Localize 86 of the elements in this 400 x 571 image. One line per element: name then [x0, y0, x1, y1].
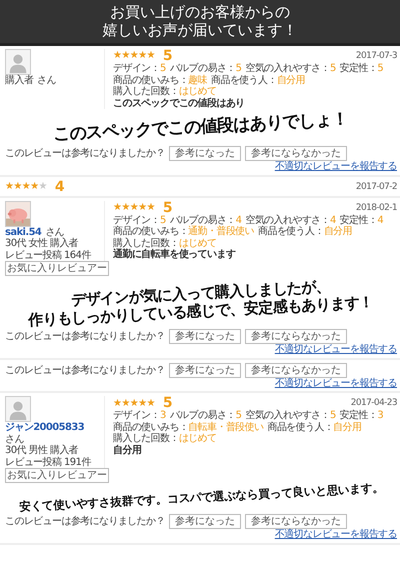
rating-item: デザイン：3 — [113, 410, 166, 422]
star-icon: ★ — [146, 50, 155, 62]
caption-text: このスペックでこの値段はありでしょ！ — [53, 109, 349, 146]
usage-item: 購入した回数：はじめて — [113, 86, 216, 98]
star-icon: ★ — [138, 398, 146, 410]
rating-item: バルブの易さ：5 — [170, 410, 242, 422]
helpful-button[interactable]: 参考になった — [168, 514, 241, 530]
usage-item: 購入した回数：はじめて — [113, 238, 216, 249]
star-icon: ★ — [146, 398, 155, 410]
helpful-question: このレビューは参考になりましたか？ — [5, 516, 165, 528]
user-name: 購入者 — [5, 75, 34, 86]
review-date: 2017-07-3 — [356, 50, 397, 62]
profile-text: レビュー投稿 191件 — [5, 456, 92, 468]
profile-text: 30代 女性 購入者 — [5, 238, 80, 250]
usage-item: 商品を使う人：自分用 — [258, 226, 352, 238]
review-date: 2017-04-23 — [350, 398, 397, 409]
helpful-question: このレビューは参考になりましたか？ — [5, 148, 165, 160]
helpful-button[interactable]: 参考になった — [168, 329, 241, 344]
avatar-icon — [5, 49, 31, 75]
usage-item: 商品の使いみち：趣味 — [113, 74, 208, 86]
profile-text: レビュー投稿 164件 — [5, 250, 92, 262]
header-title: 嬉しいお声が届いています！ — [102, 21, 298, 39]
usage-item: 商品の使いみち：自転車・普段使い — [113, 422, 264, 433]
review-title: 通勤に自転車を使っています — [113, 249, 236, 261]
star-icon: ★ — [146, 202, 155, 214]
report-link[interactable]: 不適切なレビューを報告する — [274, 378, 397, 390]
star-icon: ★ — [138, 50, 146, 62]
rating-item: 安定性：3 — [340, 410, 384, 422]
star-icon: ★ — [113, 398, 122, 410]
star-icon: ★ — [138, 202, 146, 214]
usage-item: 商品を使う人：自分用 — [267, 422, 362, 434]
star-icon: ★ — [121, 398, 130, 410]
helpful-button[interactable]: 参考にならなかった — [244, 514, 347, 530]
rating-item: 空気の入れやすさ：4 — [245, 214, 336, 226]
rating-item: 安定性：4 — [340, 214, 384, 226]
rating-item: デザイン：5 — [113, 214, 166, 226]
helpful-button[interactable]: 参考にならなかった — [244, 329, 347, 344]
review-title: このスペックでこの値段はあり — [113, 98, 246, 109]
star-icon: ★ — [130, 398, 138, 410]
rating-item: デザイン：5 — [113, 63, 166, 74]
star-icon: ★ — [13, 181, 22, 193]
usage-item: 商品の使いみち：通勤・普段使い — [113, 226, 254, 238]
star-icon: ★ — [130, 50, 138, 62]
star-icon: ★ — [113, 202, 122, 214]
helpful-button[interactable]: 参考にならなかった — [244, 146, 347, 162]
usage-item: 商品を使う人：自分用 — [211, 74, 306, 86]
star-icon: ★ — [30, 181, 38, 193]
star-icon: ★ — [113, 50, 122, 62]
caption-text: 安くて使いやすさ抜群です。コスパで選ぶなら買って良いと思います。 — [18, 482, 384, 515]
review-date: 2018-02-1 — [356, 202, 397, 214]
favorite-reviewer-button[interactable]: お気に入りレビュアー — [5, 261, 109, 276]
user-suffix: さん — [45, 226, 64, 238]
review-title: 自分用 — [113, 444, 142, 456]
rating-item: バルブの易さ：5 — [170, 63, 242, 74]
star-icon: ★ — [130, 202, 138, 214]
user-suffix: さん — [37, 75, 56, 86]
header-title: お買い上げのお客様からの — [109, 3, 291, 21]
star-icon: ★ — [5, 181, 14, 193]
rating-item: 空気の入れやすさ：5 — [245, 63, 336, 74]
star-icon: ★ — [121, 50, 130, 62]
user-suffix: さん — [5, 434, 24, 445]
favorite-reviewer-button[interactable]: お気に入りレビュアー — [5, 468, 109, 484]
rating-item: 安定性：5 — [340, 63, 384, 74]
helpful-question: このレビューは参考になりましたか？ — [5, 331, 165, 343]
rating-score: 5 — [162, 200, 172, 215]
rating-item: バルブの易さ：4 — [170, 214, 242, 226]
report-link[interactable]: 不適切なレビューを報告する — [274, 344, 397, 356]
star-icon: ★ — [22, 181, 30, 193]
star-icon: ★ — [38, 181, 47, 193]
profile-text: 30代 男性 購入者 — [5, 445, 80, 456]
helpful-button[interactable]: 参考になった — [168, 146, 241, 162]
rating-score: 5 — [162, 396, 172, 410]
star-icon: ★ — [121, 202, 130, 214]
user-name: ジャン20005833 — [5, 422, 84, 434]
rating-score: 4 — [54, 180, 64, 194]
rating-item: 空気の入れやすさ：5 — [245, 410, 336, 422]
avatar-icon — [5, 396, 31, 422]
helpful-question: このレビューは参考になりましたか？ — [5, 364, 165, 376]
rating-score: 5 — [162, 49, 172, 63]
review-date: 2017-07-2 — [356, 182, 397, 192]
user-name: saki.54 — [5, 226, 42, 238]
report-link[interactable]: 不適切なレビューを報告する — [274, 161, 397, 173]
report-link[interactable]: 不適切なレビューを報告する — [274, 529, 397, 541]
helpful-button[interactable]: 参考にならなかった — [244, 362, 347, 378]
usage-item: 購入した回数：はじめて — [113, 433, 216, 444]
helpful-button[interactable]: 参考になった — [168, 362, 241, 378]
